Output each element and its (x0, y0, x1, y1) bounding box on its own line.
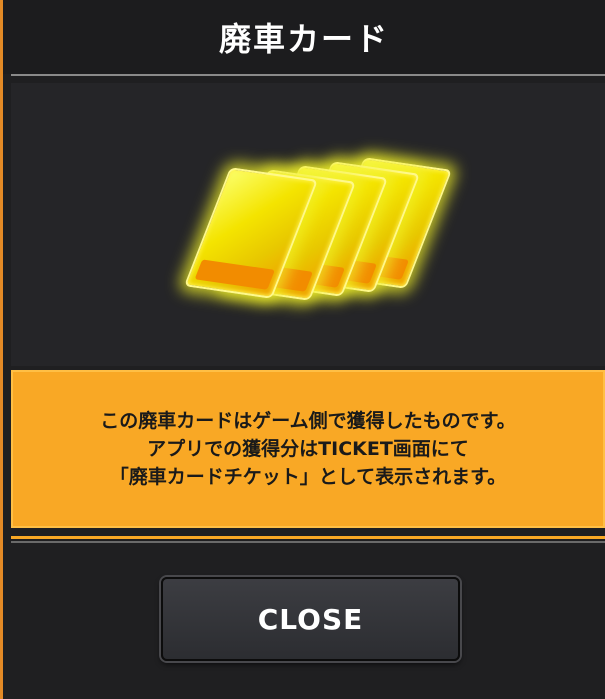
scrap-card-bundle-icon (183, 143, 453, 313)
item-image-panel (11, 83, 605, 366)
close-button[interactable]: CLOSE (161, 577, 460, 661)
info-line-1: この廃車カードはゲーム側で獲得したものです。 (100, 410, 516, 432)
band-divider-shadow (11, 541, 605, 543)
info-message: この廃車カードはゲーム側で獲得したものです。 アプリでの獲得分はTICKET画面… (11, 370, 605, 528)
scrap-card-dialog: 廃車カード この廃車カードはゲーム側で獲得したものです。 アプリでの獲得分はTI… (0, 0, 605, 699)
info-line-3: 「廃車カードチケット」として表示されます。 (109, 466, 507, 488)
dialog-title: 廃車カード (218, 20, 389, 58)
info-line-2: アプリでの獲得分はTICKET画面にて (147, 438, 469, 460)
dialog-header: 廃車カード (3, 0, 605, 74)
close-button-label: CLOSE (257, 602, 364, 636)
header-divider (11, 74, 605, 76)
band-divider (11, 536, 605, 539)
